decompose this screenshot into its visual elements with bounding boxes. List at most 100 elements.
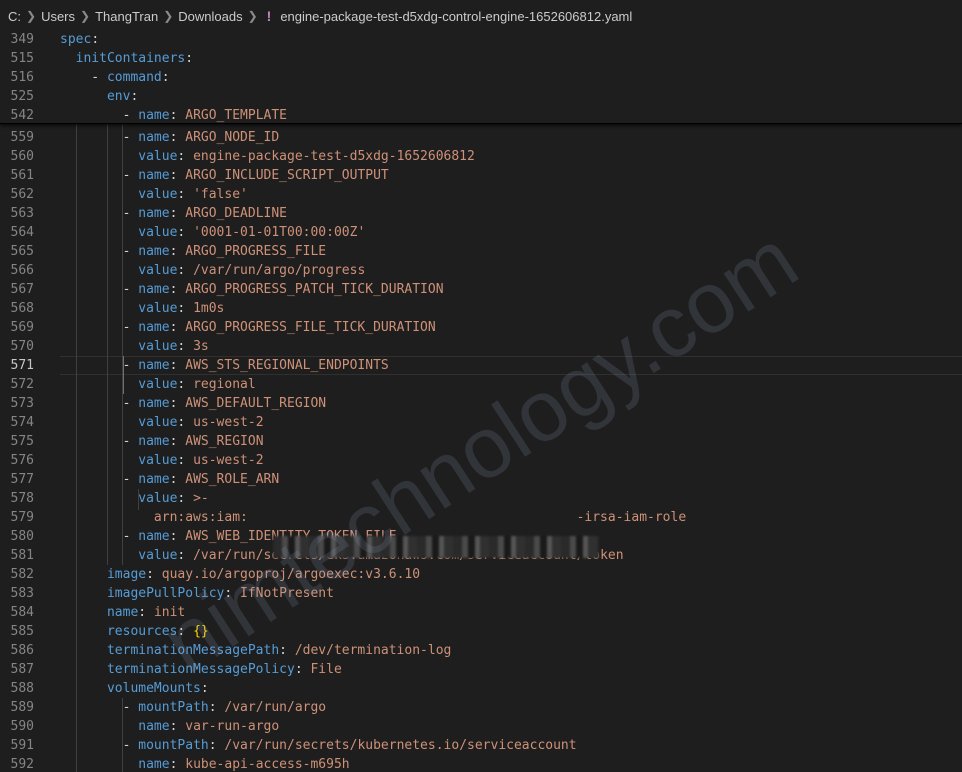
line-number: 566	[10, 263, 34, 278]
yaml-punctuation: :	[177, 548, 194, 563]
line-code: - name: ARGO_PROGRESS_PATCH_TICK_DURATIO…	[60, 280, 444, 299]
yaml-value: 1m0s	[193, 301, 225, 316]
breadcrumb-downloads[interactable]: Downloads	[178, 9, 242, 24]
code-line[interactable]: 563 - name: ARGO_DEADLINE	[0, 204, 962, 223]
yaml-file-icon: !	[266, 8, 272, 24]
code-line[interactable]: 582 image: quay.io/argoproj/argoexec:v3.…	[0, 565, 962, 584]
code-line[interactable]: 572 value: regional	[0, 375, 962, 394]
code-line[interactable]: 588 volumeMounts:	[0, 679, 962, 698]
yaml-punctuation	[60, 624, 107, 639]
line-code: name: var-run-argo	[60, 717, 279, 736]
code-line[interactable]: 584 name: init	[0, 603, 962, 622]
yaml-punctuation: :	[91, 32, 100, 47]
yaml-value: AWS_DEFAULT_REGION	[185, 396, 327, 411]
code-line[interactable]: 516 - command:	[0, 68, 962, 87]
code-line[interactable]: 583 imagePullPolicy: IfNotPresent	[0, 584, 962, 603]
code-line[interactable]: 568 value: 1m0s	[0, 299, 962, 318]
yaml-key: image	[106, 567, 147, 582]
code-line[interactable]: 561 - name: ARGO_INCLUDE_SCRIPT_OUTPUT	[0, 166, 962, 185]
code-line[interactable]: 586 terminationMessagePath: /dev/termina…	[0, 641, 962, 660]
yaml-value: >-	[193, 491, 209, 506]
code-line[interactable]: 515 initContainers:	[0, 49, 962, 68]
yaml-key: name	[138, 434, 170, 449]
yaml-value: 'false'	[193, 187, 248, 202]
code-line[interactable]: 578 value: >-	[0, 489, 962, 508]
yaml-key: volumeMounts	[106, 681, 201, 696]
yaml-punctuation	[60, 89, 107, 104]
line-number: 586	[10, 643, 34, 658]
line-number: 576	[10, 453, 34, 468]
yaml-key: spec	[60, 32, 92, 47]
code-line[interactable]: 349 spec:	[0, 32, 962, 49]
code-line[interactable]: 560 value: engine-package-test-d5xdg-165…	[0, 147, 962, 166]
code-line[interactable]: 589 - mountPath: /var/run/argo	[0, 698, 962, 717]
chevron-right-icon: ❯	[163, 9, 174, 23]
yaml-punctuation: -	[60, 472, 139, 487]
breadcrumb-drive[interactable]: C:	[8, 9, 21, 24]
breadcrumb-file-name[interactable]: engine-package-test-d5xdg-control-engine…	[280, 9, 632, 24]
line-number: 564	[10, 225, 34, 240]
code-line[interactable]: 575 - name: AWS_REGION	[0, 432, 962, 451]
yaml-key: name	[138, 320, 170, 335]
yaml-key: value	[138, 377, 178, 392]
yaml-punctuation	[60, 719, 138, 734]
code-line[interactable]: 567 - name: ARGO_PROGRESS_PATCH_TICK_DUR…	[0, 280, 962, 299]
code-line[interactable]: 564 value: '0001-01-01T00:00:00Z'	[0, 223, 962, 242]
line-number: 574	[10, 415, 34, 430]
yaml-punctuation: :	[161, 70, 170, 85]
yaml-punctuation: -	[60, 396, 139, 411]
yaml-value: ARGO_DEADLINE	[185, 206, 287, 221]
chevron-right-icon: ❯	[26, 9, 37, 23]
code-line[interactable]: 590 name: var-run-argo	[0, 717, 962, 736]
yaml-punctuation: :	[169, 282, 186, 297]
yaml-punctuation: :	[177, 415, 194, 430]
code-line[interactable]: 591 - mountPath: /var/run/secrets/kubern…	[0, 736, 962, 755]
yaml-key: name	[138, 206, 170, 221]
code-line[interactable]: 585 resources: {}	[0, 622, 962, 641]
code-editor[interactable]: 349 spec: 515 initContainers: 516 - command…	[0, 32, 962, 772]
code-line[interactable]: 525 env:	[0, 87, 962, 106]
yaml-punctuation: :	[224, 586, 241, 601]
line-code: - name: AWS_STS_REGIONAL_ENDPOINTS	[60, 356, 389, 375]
yaml-key: name	[138, 757, 170, 772]
yaml-key: mountPath	[138, 738, 209, 753]
line-number: 567	[10, 282, 34, 297]
sticky-scroll-header[interactable]: 349 spec: 515 initContainers: 516 - command…	[0, 32, 962, 124]
yaml-punctuation: -	[60, 108, 139, 123]
code-line[interactable]: 566 value: /var/run/argo/progress	[0, 261, 962, 280]
code-line[interactable]: 569 - name: ARGO_PROGRESS_FILE_TICK_DURA…	[0, 318, 962, 337]
yaml-punctuation: -	[60, 700, 139, 715]
code-line[interactable]: 592 name: kube-api-access-m695h	[0, 755, 962, 772]
yaml-punctuation: :	[177, 263, 194, 278]
code-line[interactable]: 565 - name: ARGO_PROGRESS_FILE	[0, 242, 962, 261]
breadcrumb-users[interactable]: Users	[41, 9, 75, 24]
code-line[interactable]: 587 terminationMessagePolicy: File	[0, 660, 962, 679]
line-number: 565	[10, 244, 34, 259]
code-line[interactable]: 574 value: us-west-2	[0, 413, 962, 432]
breadcrumb-thangtran[interactable]: ThangTran	[95, 9, 158, 24]
code-line[interactable]: 562 value: 'false'	[0, 185, 962, 204]
code-line[interactable]: 542 - name: ARGO_TEMPLATE	[0, 106, 962, 125]
yaml-punctuation: -	[60, 168, 139, 183]
code-line[interactable]: 570 value: 3s	[0, 337, 962, 356]
line-code: value: 3s	[60, 337, 208, 356]
yaml-value: quay.io/argoproj/argoexec:v3.6.10	[161, 567, 421, 582]
yaml-punctuation: :	[185, 51, 194, 66]
code-line[interactable]: 571 - name: AWS_STS_REGIONAL_ENDPOINTS	[0, 356, 962, 375]
line-code: initContainers:	[60, 49, 193, 68]
code-line[interactable]: 576 value: us-west-2	[0, 451, 962, 470]
yaml-punctuation	[60, 643, 107, 658]
code-line[interactable]: 577 - name: AWS_ROLE_ARN	[0, 470, 962, 489]
yaml-value: /dev/termination-log	[294, 643, 452, 658]
code-line[interactable]: 559 - name: ARGO_NODE_ID	[0, 128, 962, 147]
code-line[interactable]: 579 arn:aws:iam: -irsa-iam-role	[0, 508, 962, 527]
chevron-right-icon: ❯	[247, 9, 258, 23]
indent-guide	[138, 489, 139, 510]
line-code: terminationMessagePolicy: File	[60, 660, 342, 679]
line-number: 542	[10, 108, 34, 123]
line-code: - name: ARGO_NODE_ID	[60, 128, 280, 147]
yaml-key: name	[138, 108, 170, 123]
line-number: 584	[10, 605, 34, 620]
code-line[interactable]: 573 - name: AWS_DEFAULT_REGION	[0, 394, 962, 413]
yaml-punctuation	[60, 51, 76, 66]
